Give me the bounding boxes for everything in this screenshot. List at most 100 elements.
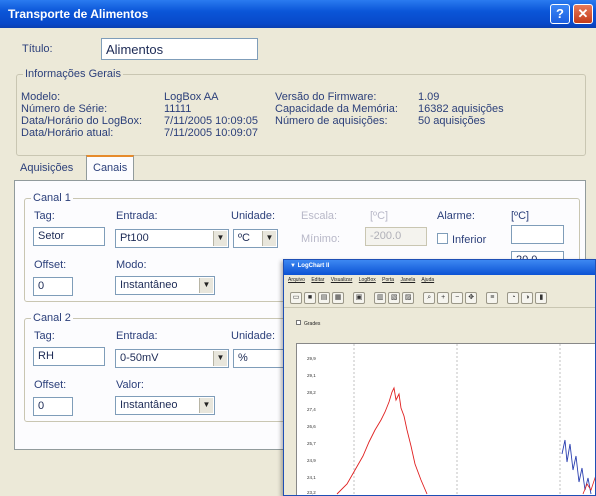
logchart-toolbar: ▭ ■ ▤ ▦ ▣ ▥ ▧ ▨ ⌕ + − ✥ ≡ ◔ ◑ ▮ (284, 286, 595, 308)
ytick-label: 29,1 (307, 373, 316, 378)
ytick-label: 25,7 (307, 441, 316, 446)
save-icon[interactable]: ■ (304, 292, 316, 304)
grades-checkbox[interactable]: Grades (296, 320, 320, 327)
info-value-dataatual: 7/11/2005 10:09:07 (164, 127, 258, 139)
canal2-tag-label: Tag: (34, 330, 55, 342)
ytick-label: 24,9 (307, 458, 316, 463)
logchart-plot-svg (336, 344, 595, 495)
canal2-valor-label: Valor: (116, 379, 144, 391)
canal2-entrada-select[interactable]: 0-50mV ▼ (115, 349, 229, 368)
print-preview-icon[interactable]: ▦ (332, 292, 344, 304)
close-button[interactable]: ✕ (573, 4, 593, 24)
ytick-label: 27,4 (307, 407, 316, 412)
ytick-label: 26,6 (307, 424, 316, 429)
canal1-modo-select[interactable]: Instantâneo ▼ (115, 276, 215, 295)
logchart-titlebar: ▼ LogChart II (284, 260, 595, 275)
canal1-entrada-select[interactable]: Pt100 ▼ (115, 229, 229, 248)
info-label-dataatual: Data/Horário atual: (21, 127, 114, 139)
canal1-entrada-label: Entrada: (116, 210, 158, 222)
canal1-unidade-label: Unidade: (231, 210, 276, 222)
menu-visualizar[interactable]: Visualizar (331, 277, 353, 283)
canal1-escala-label: Escala: (301, 210, 338, 222)
ytick-label: 23,2 (307, 490, 316, 495)
info-value-serie: 11111 (164, 103, 192, 115)
logchart-plot[interactable]: 29,9 29,1 28,2 27,4 26,6 25,7 24,9 24,1 … (296, 343, 595, 495)
canal1-alarme-unit: [ºC] (511, 210, 530, 222)
info-label-modelo: Modelo: (21, 91, 61, 103)
menu-ajuda[interactable]: Ajuda (421, 277, 434, 283)
canal2-offset-input[interactable]: 0 (33, 397, 73, 416)
ytick-label: 29,9 (307, 356, 316, 361)
info-value-modelo: LogBox AA (164, 91, 219, 103)
canal1-minimo-input[interactable]: -200.0 (365, 227, 427, 246)
canal1-tag-label: Tag: (34, 210, 55, 222)
logchart-title: LogChart II (297, 263, 330, 269)
canal1-offset-label: Offset: (34, 259, 67, 271)
canal2-tag-input[interactable]: RH (33, 347, 105, 366)
pan-icon[interactable]: ✥ (465, 292, 478, 304)
titulo-label: Título: (22, 43, 53, 55)
canal2-entrada-label: Entrada: (116, 330, 158, 342)
tab-aquisicoes[interactable]: Aquisições (14, 157, 79, 179)
menu-porta[interactable]: Porta (382, 277, 394, 283)
info-label-firmware: Versão do Firmware: (275, 91, 377, 103)
stats-icon[interactable]: ◔ (507, 292, 520, 304)
export-icon[interactable]: ≡ (486, 292, 499, 304)
logchart-app-icon: ▼ (290, 263, 298, 269)
zoom-out-icon[interactable]: − (451, 292, 464, 304)
window-title: Transporte de Alimentos (8, 7, 149, 21)
series-red-line (336, 386, 428, 495)
canal2-valor-select[interactable]: Instantâneo ▼ (115, 396, 215, 415)
info-label-datalogbox: Data/Horário do LogBox: (21, 115, 143, 127)
canal1-tag-input[interactable]: Setor (33, 227, 105, 246)
info-group-title: Informações Gerais (23, 68, 123, 80)
menu-arquivo[interactable]: Arquivo (288, 277, 305, 283)
canal1-inferior-checkbox[interactable]: Inferior (437, 233, 486, 246)
chevron-down-icon: ▼ (199, 278, 213, 293)
zoom-in-icon[interactable]: + (437, 292, 450, 304)
canal1-inferior-input[interactable] (511, 225, 564, 244)
bars-icon[interactable]: ▮ (535, 292, 548, 304)
logchart-window[interactable]: ▼ LogChart II Arquivo Editar Visualizar … (283, 259, 596, 496)
open-folder-icon[interactable]: ▭ (290, 292, 302, 304)
print-icon[interactable]: ▤ (318, 292, 330, 304)
zoom-icon[interactable]: ⌕ (423, 292, 436, 304)
ytick-label: 28,2 (307, 390, 316, 395)
checkbox-icon (437, 233, 448, 244)
info-value-firmware: 1.09 (418, 91, 440, 103)
menu-janela[interactable]: Janela (400, 277, 415, 283)
canal2-offset-label: Offset: (34, 379, 67, 391)
info-label-serie: Número de Série: (21, 103, 108, 115)
logchart-menubar: Arquivo Editar Visualizar LogBox Porta J… (284, 275, 595, 286)
info-value-naquisicoes: 50 aquisições (418, 115, 486, 127)
chart-icon[interactable]: ▧ (388, 292, 401, 304)
grid-icon[interactable]: ▨ (402, 292, 415, 304)
canal1-offset-input[interactable]: 0 (33, 277, 73, 296)
canal1-escala-unit: [ºC] (370, 210, 389, 222)
chevron-down-icon: ▼ (213, 231, 227, 246)
canal1-modo-label: Modo: (116, 259, 147, 271)
canal1-title: Canal 1 (31, 192, 73, 204)
tab-canais[interactable]: Canais (86, 155, 135, 180)
chevron-down-icon: ▼ (199, 398, 213, 413)
menu-editar[interactable]: Editar (311, 277, 324, 283)
chevron-down-icon: ▼ (262, 231, 276, 246)
checkbox-icon (296, 320, 301, 325)
menu-logbox[interactable]: LogBox (359, 277, 376, 283)
info-value-capacidade: 16382 aquisições (418, 103, 504, 115)
info-label-naquisicoes: Número de aquisições: (275, 115, 388, 127)
window-titlebar: Transporte de Alimentos ? ✕ (0, 0, 596, 28)
canal2-title: Canal 2 (31, 312, 73, 324)
canal2-unidade-label: Unidade: (231, 330, 276, 342)
info-label-capacidade: Capacidade da Memória: (275, 103, 398, 115)
chevron-down-icon: ▼ (213, 351, 227, 366)
channels-icon[interactable]: ◑ (521, 292, 534, 304)
canal1-alarme-label: Alarme: (437, 210, 475, 222)
logbox-icon[interactable]: ▣ (353, 292, 366, 304)
ytick-label: 24,1 (307, 475, 316, 480)
help-button[interactable]: ? (550, 4, 570, 24)
table-icon[interactable]: ▥ (374, 292, 387, 304)
canal1-unidade-select[interactable]: ºC ▼ (233, 229, 278, 248)
info-value-datalogbox: 7/11/2005 10:09:05 (164, 115, 258, 127)
titulo-input[interactable]: Alimentos (101, 38, 258, 60)
